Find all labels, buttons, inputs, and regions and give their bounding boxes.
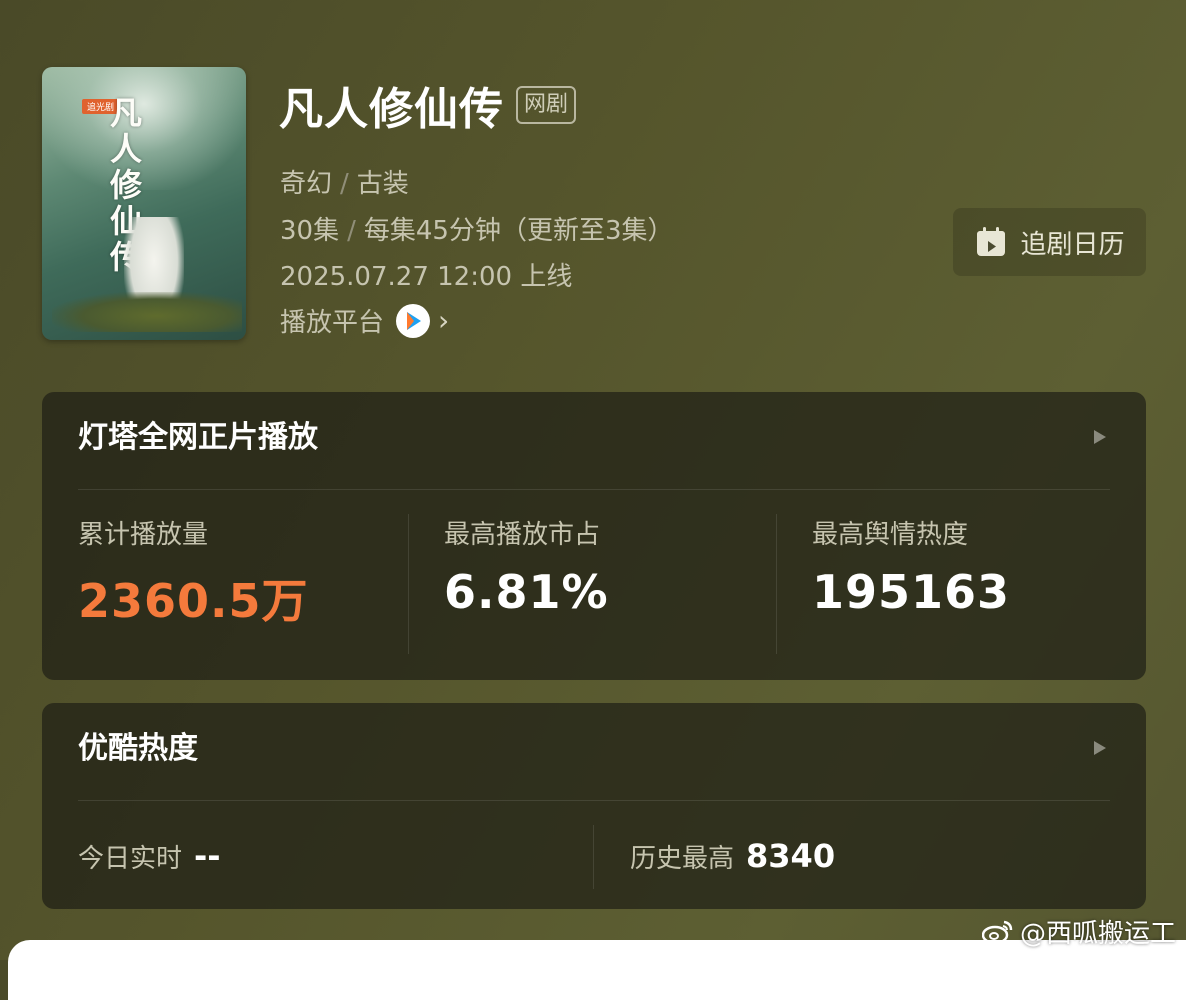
heat-today-value: -- bbox=[194, 837, 221, 875]
episodes-line: 30集 / 每集45分钟（更新至3集） bbox=[280, 210, 674, 247]
stat-value: 6.81% bbox=[444, 565, 609, 619]
show-poster[interactable]: 追光剧 凡人修仙传 bbox=[42, 67, 246, 340]
episode-duration: 每集45分钟（更新至3集） bbox=[363, 216, 674, 246]
episode-count: 30集 bbox=[280, 216, 340, 246]
stat-market-share: 最高播放市占 6.81% bbox=[444, 514, 609, 619]
divider bbox=[78, 800, 1110, 801]
divider bbox=[593, 825, 594, 889]
card-title: 灯塔全网正片播放 bbox=[78, 420, 318, 455]
calendar-icon bbox=[974, 225, 1008, 259]
watermark: @西呱搬运工 bbox=[981, 913, 1176, 950]
heat-today: 今日实时 -- bbox=[78, 837, 221, 875]
youku-icon bbox=[396, 303, 431, 338]
stat-total-plays: 累计播放量 2360.5万 bbox=[78, 514, 309, 631]
genre-line: 奇幻 / 古装 bbox=[280, 163, 409, 200]
release-date: 2025.07.27 12:00 上线 bbox=[280, 262, 573, 292]
genre-1: 奇幻 bbox=[280, 169, 333, 199]
divider bbox=[776, 514, 777, 654]
separator: / bbox=[347, 216, 356, 246]
heat-history-label: 历史最高 bbox=[630, 844, 735, 874]
stat-label: 最高播放市占 bbox=[444, 520, 601, 550]
stat-buzz-heat: 最高舆情热度 195163 bbox=[812, 514, 1010, 619]
stat-label: 累计播放量 bbox=[78, 520, 209, 550]
dengta-playback-card[interactable]: 灯塔全网正片播放 累计播放量 2360.5万 最高播放市占 6.81% 最高舆情… bbox=[42, 392, 1146, 680]
play-arrow-icon[interactable] bbox=[1094, 741, 1106, 755]
watermark-text: @西呱搬运工 bbox=[1019, 919, 1176, 949]
genre-2: 古装 bbox=[356, 169, 409, 199]
poster-vine bbox=[52, 292, 242, 332]
platform-label: 播放平台 bbox=[280, 308, 385, 338]
platform-link[interactable]: 播放平台 › bbox=[280, 302, 449, 339]
card-title: 优酷热度 bbox=[78, 731, 198, 766]
divider bbox=[78, 489, 1110, 490]
drama-calendar-button[interactable]: 追剧日历 bbox=[953, 208, 1146, 276]
heat-today-label: 今日实时 bbox=[78, 844, 183, 874]
play-arrow-icon[interactable] bbox=[1094, 430, 1106, 444]
show-type-badge: 网剧 bbox=[516, 86, 577, 124]
calendar-button-label: 追剧日历 bbox=[1020, 229, 1125, 260]
show-title: 凡人修仙传 bbox=[279, 84, 504, 135]
stat-label: 最高舆情热度 bbox=[812, 520, 969, 550]
title-row: 凡人修仙传 网剧 bbox=[279, 75, 577, 135]
youku-heat-card[interactable]: 优酷热度 今日实时 -- 历史最高 8340 bbox=[42, 703, 1146, 909]
heat-history: 历史最高 8340 bbox=[630, 837, 835, 875]
divider bbox=[408, 514, 409, 654]
chevron-right-icon: › bbox=[438, 304, 450, 337]
heat-history-value: 8340 bbox=[746, 837, 836, 875]
separator: / bbox=[340, 169, 349, 199]
weibo-icon bbox=[981, 919, 1014, 945]
stat-value: 2360.5万 bbox=[78, 574, 309, 628]
stat-value: 195163 bbox=[812, 565, 1011, 619]
